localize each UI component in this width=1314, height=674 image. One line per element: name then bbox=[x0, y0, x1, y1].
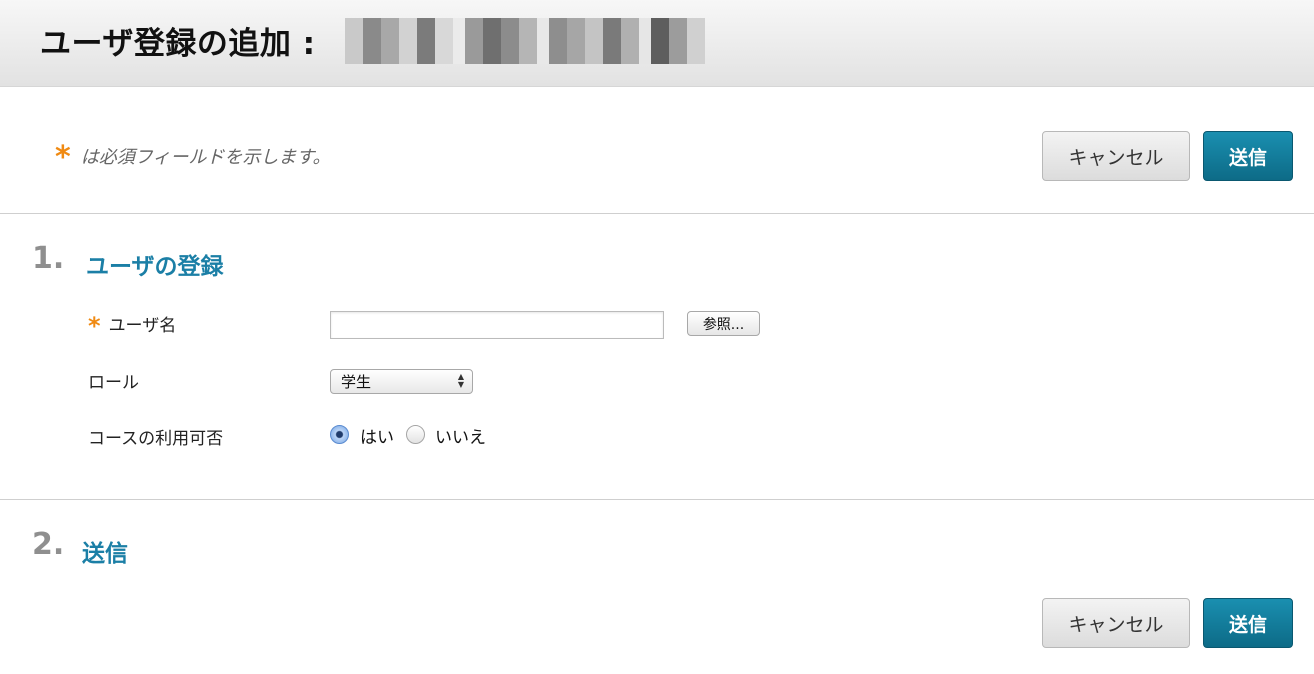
username-label: * ユーザ名 bbox=[88, 309, 177, 340]
submit-button-bottom[interactable]: 送信 bbox=[1203, 598, 1293, 648]
redacted-course-name bbox=[345, 18, 705, 64]
page-title: ユーザ登録の追加 : bbox=[40, 26, 316, 62]
course-access-yes-radio[interactable] bbox=[330, 425, 349, 444]
course-access-no-label[interactable]: いいえ bbox=[435, 423, 486, 448]
course-access-label: コースの利用可否 bbox=[88, 429, 224, 449]
section-divider bbox=[0, 499, 1314, 500]
submit-button-top[interactable]: 送信 bbox=[1203, 131, 1293, 181]
section-number-1: 1. bbox=[32, 241, 65, 276]
section-divider bbox=[0, 213, 1314, 214]
course-access-yes-label[interactable]: はい bbox=[360, 423, 394, 448]
username-label-text: ユーザ名 bbox=[108, 316, 177, 336]
cancel-button-top[interactable]: キャンセル bbox=[1042, 131, 1190, 181]
select-arrows-icon: ▲ ▼ bbox=[457, 372, 464, 389]
cancel-button-bottom[interactable]: キャンセル bbox=[1042, 598, 1190, 648]
browse-button[interactable]: 参照... bbox=[687, 311, 760, 336]
username-input[interactable] bbox=[330, 311, 664, 339]
required-fields-note: * は必須フィールドを示します。 bbox=[55, 136, 331, 175]
role-selected-value: 学生 bbox=[341, 373, 372, 391]
required-note-text: は必須フィールドを示します。 bbox=[80, 147, 331, 168]
required-asterisk-icon: * bbox=[55, 140, 71, 175]
role-label: ロール bbox=[88, 373, 139, 393]
page-header: ユーザ登録の追加 : bbox=[0, 0, 1314, 87]
course-access-no-radio[interactable] bbox=[406, 425, 425, 444]
section-number-2: 2. bbox=[32, 527, 65, 562]
section-title-submit: 送信 bbox=[82, 541, 128, 567]
required-asterisk-icon: * bbox=[88, 312, 101, 340]
role-select[interactable]: 学生 ▲ ▼ bbox=[330, 369, 473, 394]
section-title-user-registration: ユーザの登録 bbox=[86, 254, 224, 280]
